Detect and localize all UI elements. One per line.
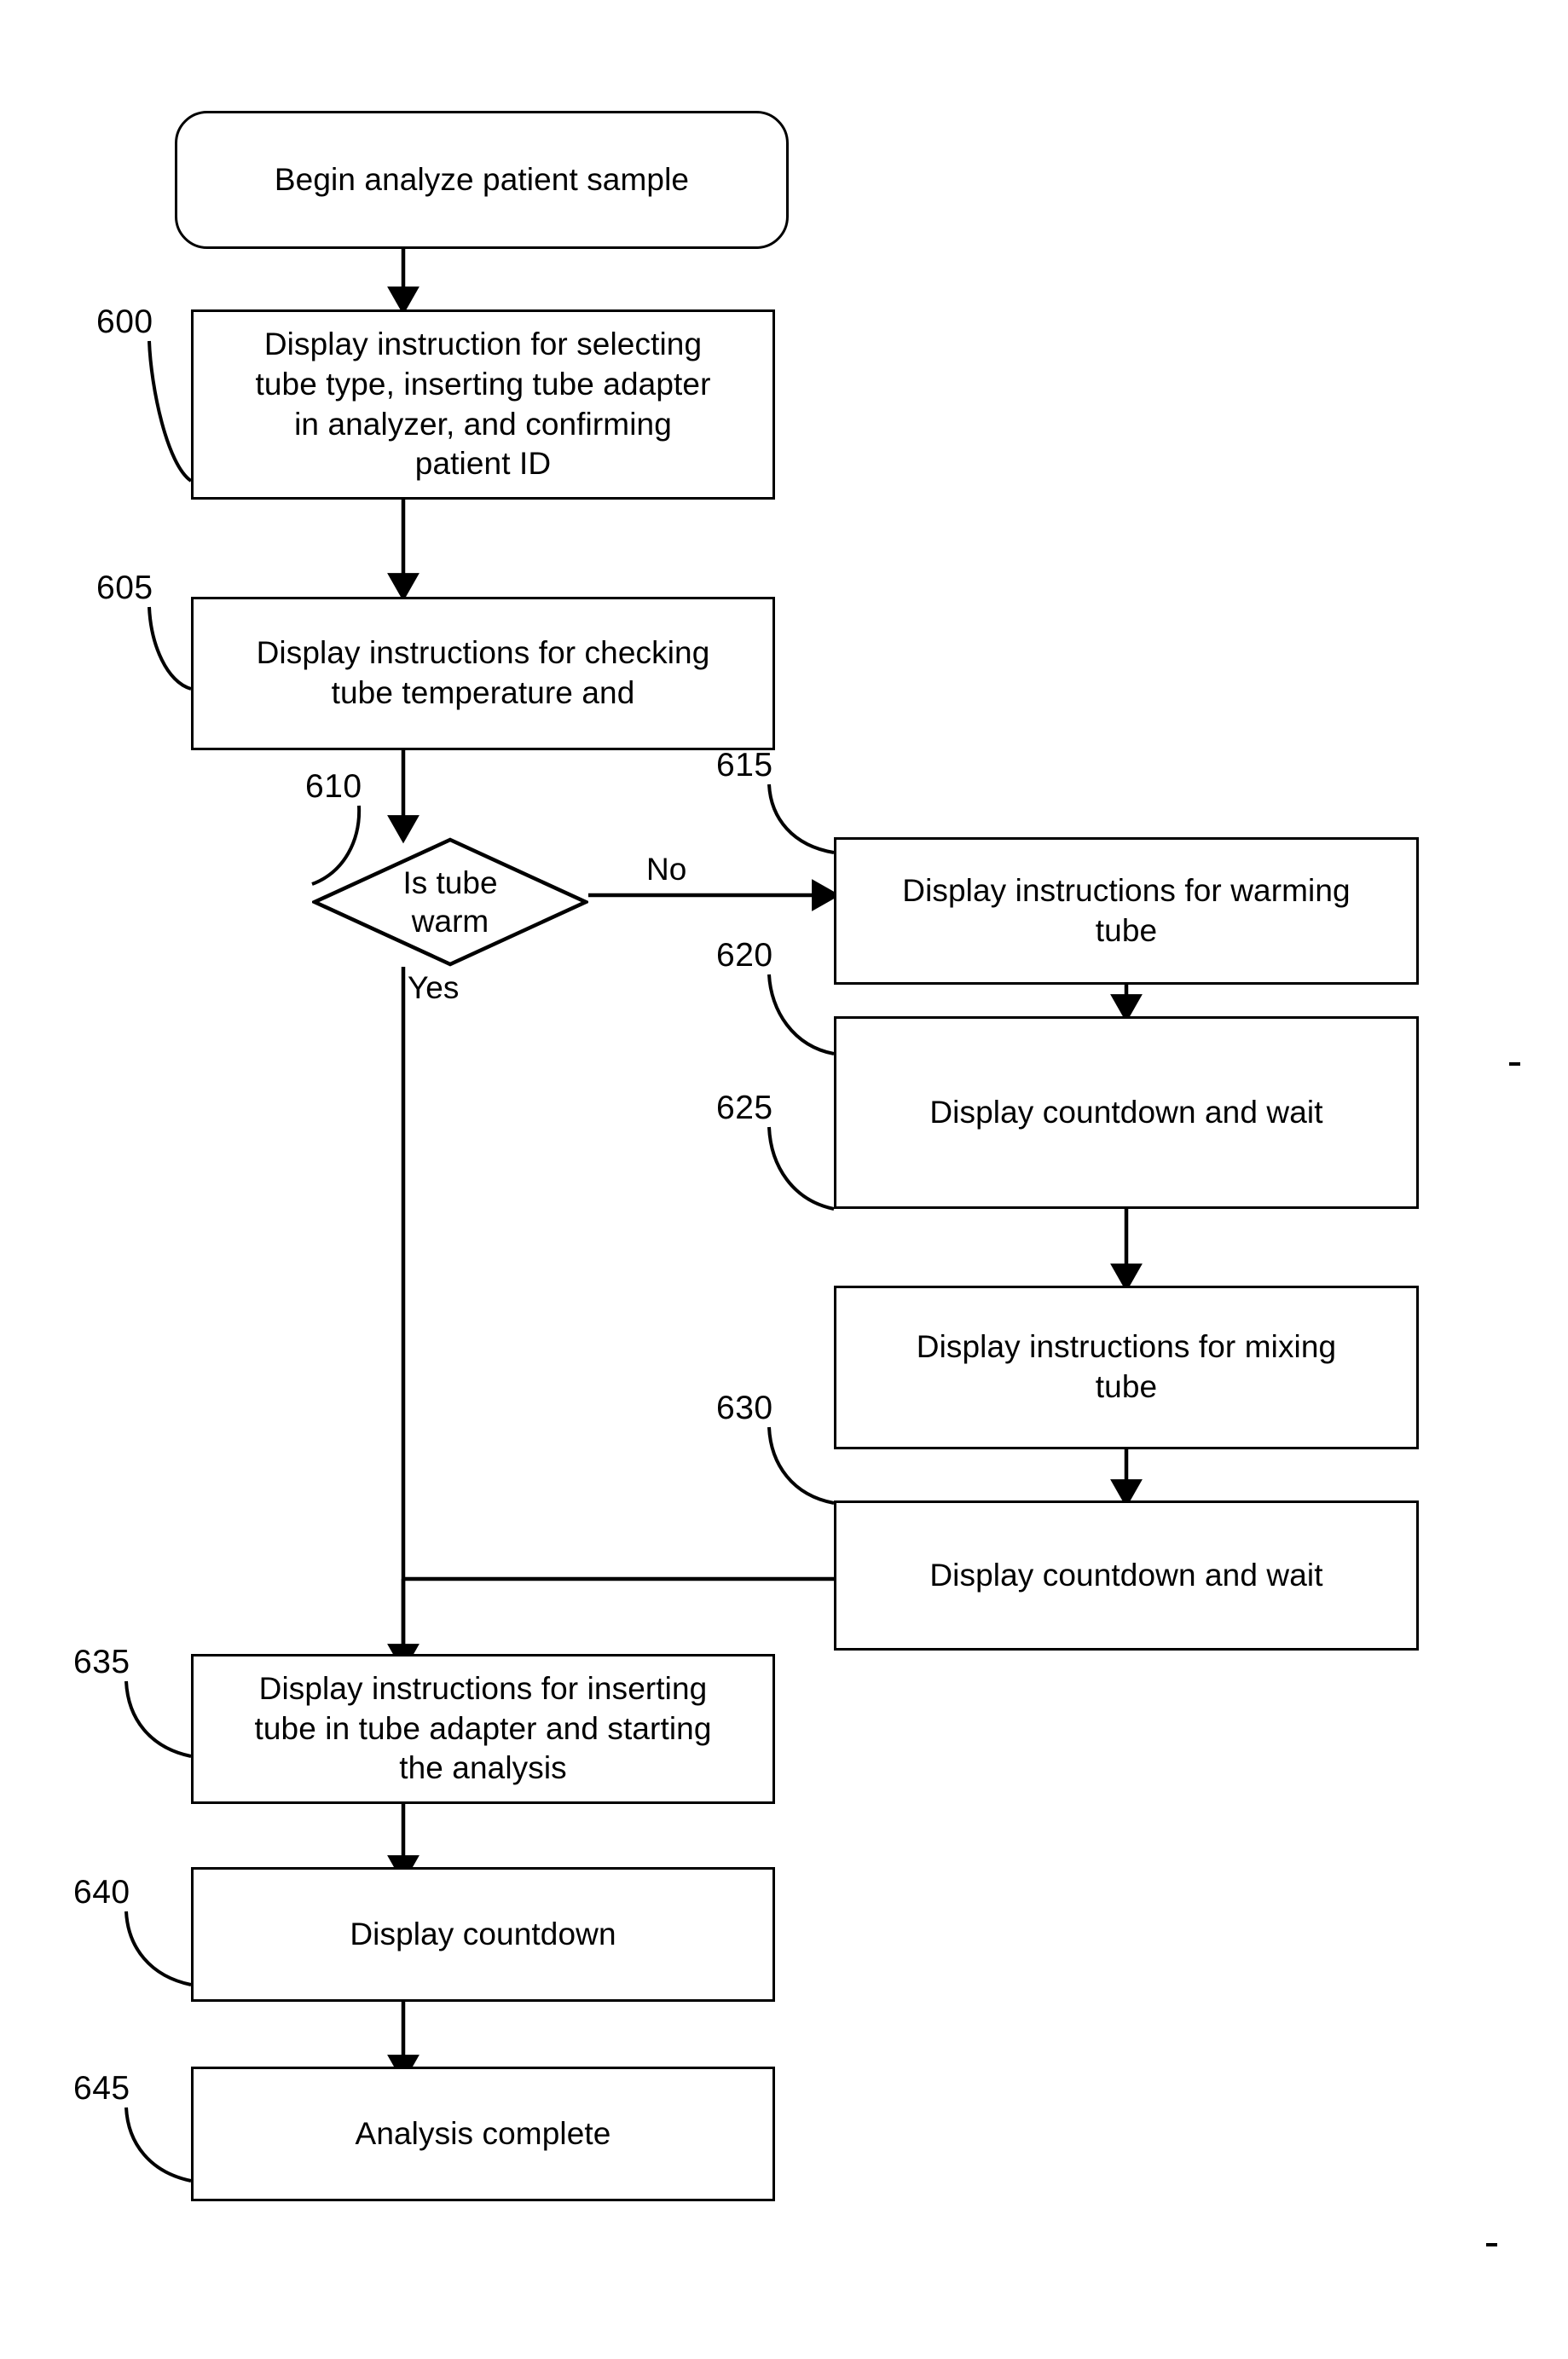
reference-numeral-630: 630: [716, 1390, 773, 1426]
node-645-label: Analysis complete: [355, 2115, 611, 2151]
leader-line-645: [124, 2107, 192, 2183]
leader-line-635: [124, 1680, 192, 1758]
node-625: Display instructions for mixing tube: [834, 1286, 1419, 1449]
reference-numeral-615: 615: [716, 747, 773, 783]
margin-tick-mark-upper: [1509, 1062, 1520, 1066]
edge-label-yes: Yes: [408, 970, 460, 1005]
edge-label-no: No: [646, 852, 687, 887]
reference-numeral-645: 645: [73, 2070, 130, 2107]
node-635: Display instructions for inserting tube …: [191, 1654, 775, 1804]
node-635-label: Display instructions for inserting tube …: [254, 1671, 712, 1786]
node-600-label: Display instruction for selecting tube t…: [255, 327, 711, 482]
leader-line-620: [767, 974, 835, 1055]
node-620: Display countdown and wait: [834, 1016, 1419, 1209]
node-start-label: Begin analyze patient sample: [274, 161, 690, 197]
node-630: Display countdown and wait: [834, 1500, 1419, 1651]
margin-tick-mark-lower: [1486, 2243, 1497, 2246]
node-630-label: Display countdown and wait: [929, 1557, 1323, 1593]
node-645: Analysis complete: [191, 2067, 775, 2201]
node-605: Display instructions for checking tube t…: [191, 597, 775, 750]
leader-line-600: [148, 340, 193, 483]
node-610: Is tube warm: [312, 837, 588, 967]
leader-line-630: [767, 1426, 835, 1505]
leader-line-615: [767, 783, 835, 854]
reference-numeral-600: 600: [96, 304, 153, 340]
node-625-label: Display instructions for mixing tube: [916, 1329, 1337, 1404]
reference-numeral-610: 610: [305, 768, 362, 805]
node-605-label: Display instructions for checking tube t…: [256, 635, 710, 710]
node-640: Display countdown: [191, 1867, 775, 2002]
reference-numeral-625: 625: [716, 1090, 773, 1126]
node-610-label: Is tube warm: [402, 864, 498, 939]
node-620-label: Display countdown and wait: [929, 1094, 1323, 1130]
node-615-label: Display instructions for warming tube: [902, 872, 1351, 948]
node-640-label: Display countdown: [350, 1916, 616, 1951]
node-start: Begin analyze patient sample: [175, 111, 789, 249]
leader-line-640: [124, 1911, 192, 1986]
reference-numeral-635: 635: [73, 1644, 130, 1680]
leader-line-625: [767, 1126, 835, 1211]
reference-numeral-640: 640: [73, 1874, 130, 1911]
leader-line-605: [148, 606, 192, 691]
node-615: Display instructions for warming tube: [834, 837, 1419, 985]
reference-numeral-620: 620: [716, 937, 773, 974]
node-600: Display instruction for selecting tube t…: [191, 309, 775, 500]
reference-numeral-605: 605: [96, 570, 153, 606]
patent-figure-page: Begin analyze patient sample Display ins…: [0, 0, 1568, 2359]
